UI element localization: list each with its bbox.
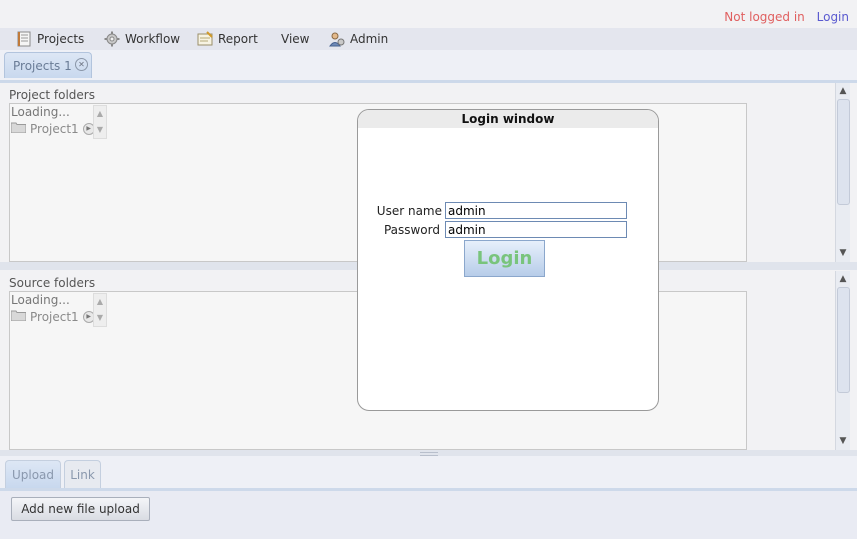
password-field[interactable] bbox=[445, 221, 627, 238]
menu-view-label: View bbox=[281, 32, 310, 46]
scroll-down-icon[interactable]: ▼ bbox=[836, 246, 850, 260]
login-window: Login window User name Password Login bbox=[357, 109, 659, 411]
report-icon bbox=[197, 31, 213, 47]
folder-icon bbox=[10, 309, 27, 324]
login-link[interactable]: Login bbox=[817, 10, 849, 24]
menu-report-label: Report bbox=[218, 32, 258, 46]
login-window-title: Login window bbox=[358, 110, 658, 128]
login-button[interactable]: Login bbox=[464, 240, 545, 277]
menu-projects-label: Projects bbox=[37, 32, 85, 46]
project-folder-node[interactable]: Project1 ▶ bbox=[10, 121, 95, 136]
menu-admin[interactable]: Admin bbox=[329, 28, 388, 50]
scroll-thumb[interactable] bbox=[837, 99, 850, 205]
source-folder-node[interactable]: Project1 ▶ bbox=[10, 309, 95, 324]
project-folders-loading: Loading... bbox=[11, 105, 70, 119]
auth-bar: Not logged in Login bbox=[724, 10, 849, 24]
source-folders-loading: Loading... bbox=[11, 293, 70, 307]
menu-projects[interactable]: Projects bbox=[16, 28, 84, 50]
mini-scrollbar[interactable]: ▲ ▼ bbox=[93, 293, 107, 327]
scroll-down-icon[interactable]: ▼ bbox=[836, 434, 850, 448]
source-folder-node-label: Project1 bbox=[30, 309, 79, 324]
login-status: Not logged in bbox=[724, 10, 805, 24]
tab-projects-1[interactable]: Projects 1 ✕ bbox=[4, 52, 92, 78]
source-folders-scrollbar[interactable]: ▲ ▼ bbox=[835, 271, 850, 450]
folder-icon bbox=[10, 121, 27, 136]
username-field[interactable] bbox=[445, 202, 627, 219]
tab-bar: Projects 1 ✕ bbox=[0, 50, 857, 83]
admin-icon bbox=[329, 31, 345, 47]
menu-view[interactable]: View bbox=[281, 28, 309, 50]
mini-scrollbar[interactable]: ▲ ▼ bbox=[93, 105, 107, 139]
tab-projects-1-label: Projects 1 bbox=[13, 59, 72, 73]
gear-icon bbox=[104, 31, 120, 47]
username-label: User name bbox=[376, 204, 442, 218]
tab-upload[interactable]: Upload bbox=[5, 460, 61, 488]
scroll-up-icon[interactable]: ▲ bbox=[836, 84, 850, 98]
menu-report[interactable]: Report bbox=[197, 28, 258, 50]
project-folders-scrollbar[interactable]: ▲ ▼ bbox=[835, 83, 850, 262]
chevron-down-icon[interactable]: ▼ bbox=[94, 122, 106, 138]
bottom-tab-bar: Upload Link bbox=[0, 456, 857, 491]
projects-icon bbox=[16, 31, 32, 47]
chevron-up-icon[interactable]: ▲ bbox=[94, 294, 106, 310]
menu-workflow[interactable]: Workflow bbox=[104, 28, 180, 50]
add-file-upload-button[interactable]: Add new file upload bbox=[11, 497, 150, 521]
tab-link[interactable]: Link bbox=[64, 460, 101, 488]
scroll-thumb[interactable] bbox=[837, 287, 850, 393]
close-icon[interactable]: ✕ bbox=[75, 58, 88, 71]
chevron-down-icon[interactable]: ▼ bbox=[94, 310, 106, 326]
source-folders-title: Source folders bbox=[9, 276, 96, 290]
project-folders-title: Project folders bbox=[9, 88, 95, 102]
chevron-up-icon[interactable]: ▲ bbox=[94, 106, 106, 122]
project-folder-node-label: Project1 bbox=[30, 121, 79, 136]
menu-workflow-label: Workflow bbox=[125, 32, 181, 46]
menu-admin-label: Admin bbox=[350, 32, 389, 46]
scroll-up-icon[interactable]: ▲ bbox=[836, 272, 850, 286]
password-label: Password bbox=[383, 223, 440, 237]
menu-bar: Projects Workflow Report View Admin bbox=[0, 28, 857, 50]
